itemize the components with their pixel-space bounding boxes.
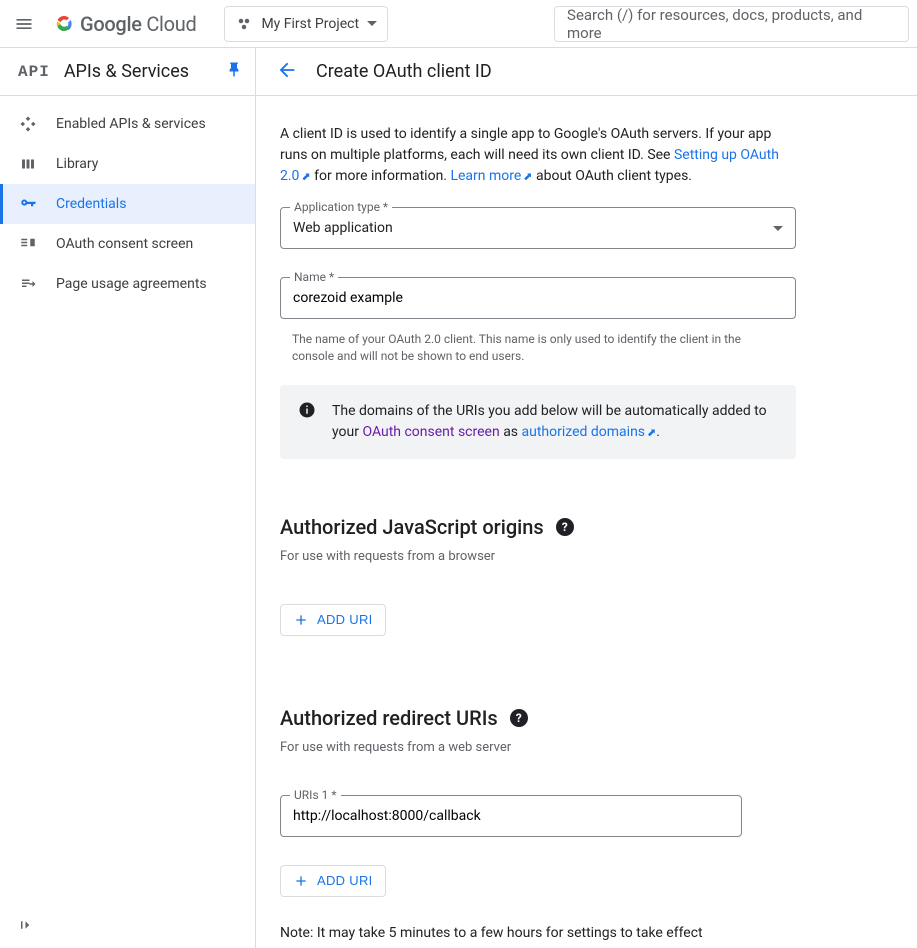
sidebar-item-label: Enabled APIs & services [56, 116, 206, 132]
intro-part2: for more information. [311, 168, 451, 184]
external-link-icon: ⬈ [647, 426, 656, 439]
js-origins-title-text: Authorized JavaScript origins [280, 515, 544, 539]
search-input[interactable]: Search (/) for resources, docs, products… [554, 6, 909, 42]
add-js-origin-label: ADD URI [317, 612, 373, 627]
name-label: Name * [290, 270, 338, 284]
info-banner: The domains of the URIs you add below wi… [280, 385, 796, 459]
add-js-origin-button[interactable]: ADD URI [280, 604, 386, 636]
sidebar-item-credentials[interactable]: Credentials [0, 184, 255, 224]
name-field: Name * [280, 277, 796, 319]
sidebar-item-consent-screen[interactable]: OAuth consent screen [0, 224, 255, 264]
dropdown-caret-icon [367, 21, 377, 26]
uri1-field: URIs 1 * [280, 795, 742, 837]
pin-icon[interactable] [225, 61, 243, 83]
section-title: APIs & Services [64, 61, 189, 82]
library-icon [18, 155, 38, 173]
plus-icon [293, 873, 309, 889]
help-icon[interactable]: ? [556, 518, 574, 536]
subheader-left: API APIs & Services [0, 48, 256, 95]
plus-icon [293, 612, 309, 628]
note-text: Note: It may take 5 minutes to a few hou… [280, 925, 796, 941]
info-icon [298, 401, 316, 426]
link-oauth-consent-screen[interactable]: OAuth consent screen [362, 424, 499, 440]
consent-icon [18, 235, 38, 253]
dropdown-caret-icon [773, 226, 783, 231]
add-redirect-uri-label: ADD URI [317, 873, 373, 888]
name-input[interactable] [293, 290, 783, 306]
intro-part3: about OAuth client types. [533, 168, 692, 184]
cloud-logo-icon [52, 12, 76, 36]
sidebar-item-label: Credentials [56, 196, 126, 212]
sidebar-item-label: OAuth consent screen [56, 236, 193, 252]
sidebar-item-enabled-apis[interactable]: Enabled APIs & services [0, 104, 255, 144]
sidebar-item-page-usage[interactable]: Page usage agreements [0, 264, 255, 304]
infobox-part3: . [656, 424, 660, 440]
collapse-sidebar-icon[interactable] [18, 916, 36, 938]
logo-text-google: Google [80, 12, 142, 36]
link-authorized-domains[interactable]: authorized domains⬈ [522, 424, 657, 440]
project-selector[interactable]: My First Project [224, 6, 388, 42]
add-redirect-uri-button[interactable]: ADD URI [280, 865, 386, 897]
subheader: API APIs & Services Create OAuth client … [0, 48, 917, 96]
api-logo: API [18, 63, 50, 81]
application-type-value: Web application [293, 220, 393, 236]
diamond-icon [18, 115, 38, 133]
redirect-uris-sub: For use with requests from a web server [280, 740, 796, 755]
subheader-right: Create OAuth client ID [256, 59, 492, 85]
external-link-icon: ⬈ [301, 170, 310, 183]
search-placeholder: Search (/) for resources, docs, products… [567, 6, 896, 42]
content: A client ID is used to identify a single… [256, 96, 917, 948]
page-title: Create OAuth client ID [316, 61, 492, 82]
sidebar: Enabled APIs & services Library Credenti… [0, 96, 256, 948]
uri1-input[interactable] [293, 808, 729, 824]
sidebar-item-label: Library [56, 156, 98, 172]
main-layout: Enabled APIs & services Library Credenti… [0, 96, 917, 948]
intro-text: A client ID is used to identify a single… [280, 124, 796, 187]
key-icon [18, 195, 38, 213]
project-name: My First Project [261, 16, 359, 32]
agreements-icon [18, 275, 38, 293]
name-helper: The name of your OAuth 2.0 client. This … [280, 327, 796, 365]
redirect-uris-title-text: Authorized redirect URIs [280, 706, 498, 730]
hamburger-menu-icon[interactable] [12, 12, 36, 36]
help-icon[interactable]: ? [510, 709, 528, 727]
project-icon [235, 15, 253, 33]
google-cloud-logo[interactable]: Google Cloud [52, 12, 196, 36]
sidebar-item-label: Page usage agreements [56, 276, 207, 292]
logo-text-cloud: Cloud [146, 12, 196, 36]
sidebar-item-library[interactable]: Library [0, 144, 255, 184]
link-learn-more[interactable]: Learn more⬈ [450, 168, 532, 184]
uri1-label: URIs 1 * [290, 788, 341, 802]
application-type-field[interactable]: Application type * Web application [280, 207, 796, 249]
back-arrow-icon[interactable] [276, 59, 298, 85]
application-type-label: Application type * [290, 200, 392, 214]
topbar: Google Cloud My First Project Search (/)… [0, 0, 917, 48]
external-link-icon: ⬈ [523, 170, 532, 183]
js-origins-title: Authorized JavaScript origins ? [280, 515, 796, 539]
redirect-uris-title: Authorized redirect URIs ? [280, 706, 796, 730]
js-origins-sub: For use with requests from a browser [280, 549, 796, 564]
infobox-part2: as [500, 424, 522, 440]
